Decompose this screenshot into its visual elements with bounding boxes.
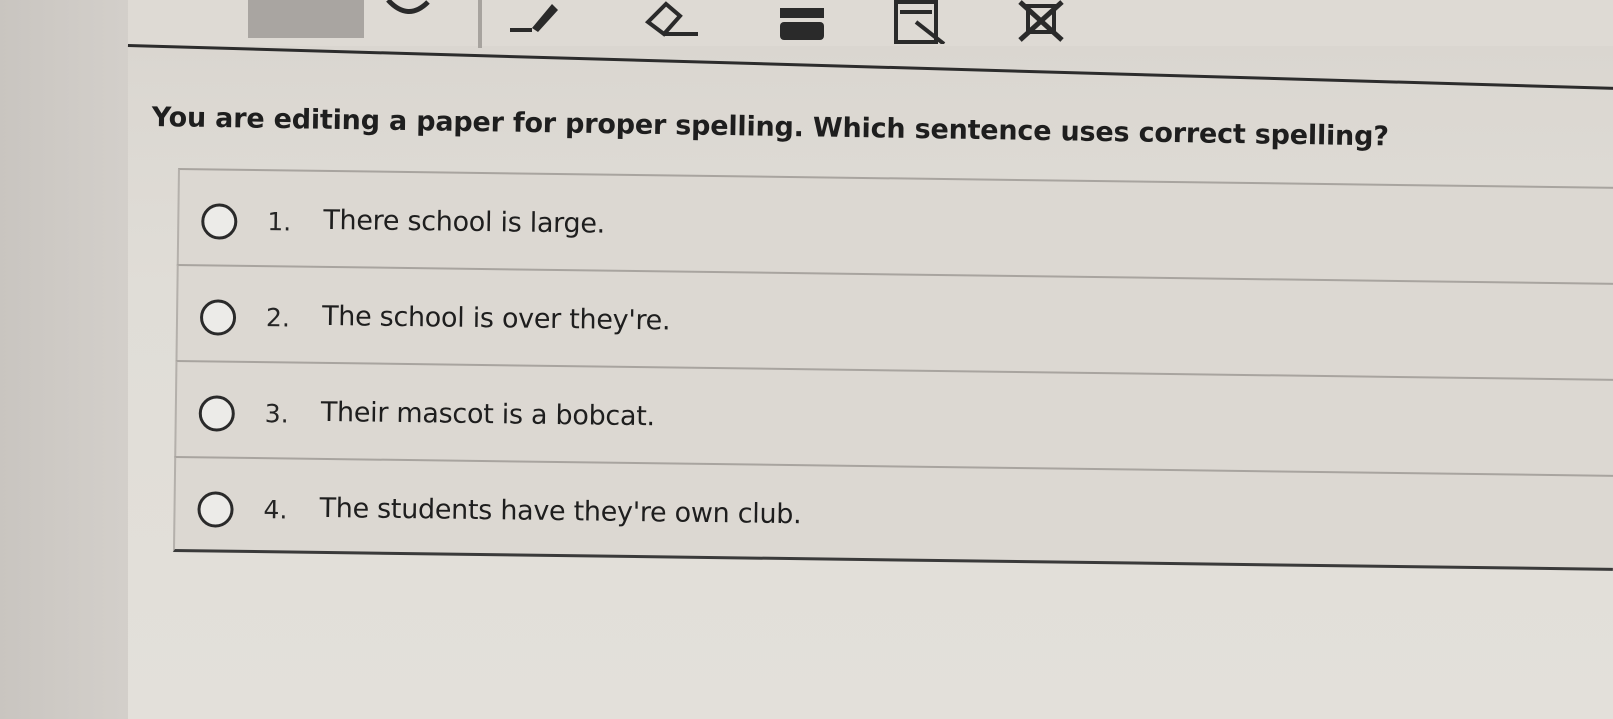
radio-button-1[interactable] (201, 203, 238, 240)
option-row-2[interactable]: 2. The school is over they're. (175, 263, 1613, 379)
notepad-icon[interactable] (886, 0, 950, 44)
option-text-4: The students have they're own club. (319, 492, 802, 531)
magnifier-icon[interactable] (376, 0, 440, 44)
option-number-2: 2. (265, 303, 291, 333)
answer-options: 1. There school is large. 2. The school … (172, 168, 1613, 597)
eraser-icon[interactable] (640, 0, 704, 44)
option-text-3: Their mascot is a bobcat. (320, 396, 655, 433)
option-row-3[interactable]: 3. Their mascot is a bobcat. (174, 359, 1613, 475)
toolbar-button-highlighted[interactable] (248, 0, 364, 38)
option-row-4[interactable]: 4. The students have they're own club. (172, 455, 1613, 571)
option-text-2: The school is over they're. (321, 300, 671, 337)
radio-button-4[interactable] (197, 491, 234, 528)
print-icon[interactable] (770, 0, 834, 44)
radio-button-2[interactable] (199, 299, 237, 336)
option-number-1: 1. (267, 207, 292, 237)
option-row-1[interactable]: 1. There school is large. (176, 168, 1613, 283)
left-margin (0, 0, 135, 719)
toolbar-divider (478, 0, 482, 48)
option-number-4: 4. (263, 495, 288, 525)
pen-icon[interactable] (498, 0, 562, 44)
option-text-1: There school is large. (323, 204, 606, 240)
close-x-icon[interactable] (1010, 0, 1074, 44)
option-number-3: 3. (264, 399, 289, 429)
radio-button-3[interactable] (198, 395, 236, 432)
